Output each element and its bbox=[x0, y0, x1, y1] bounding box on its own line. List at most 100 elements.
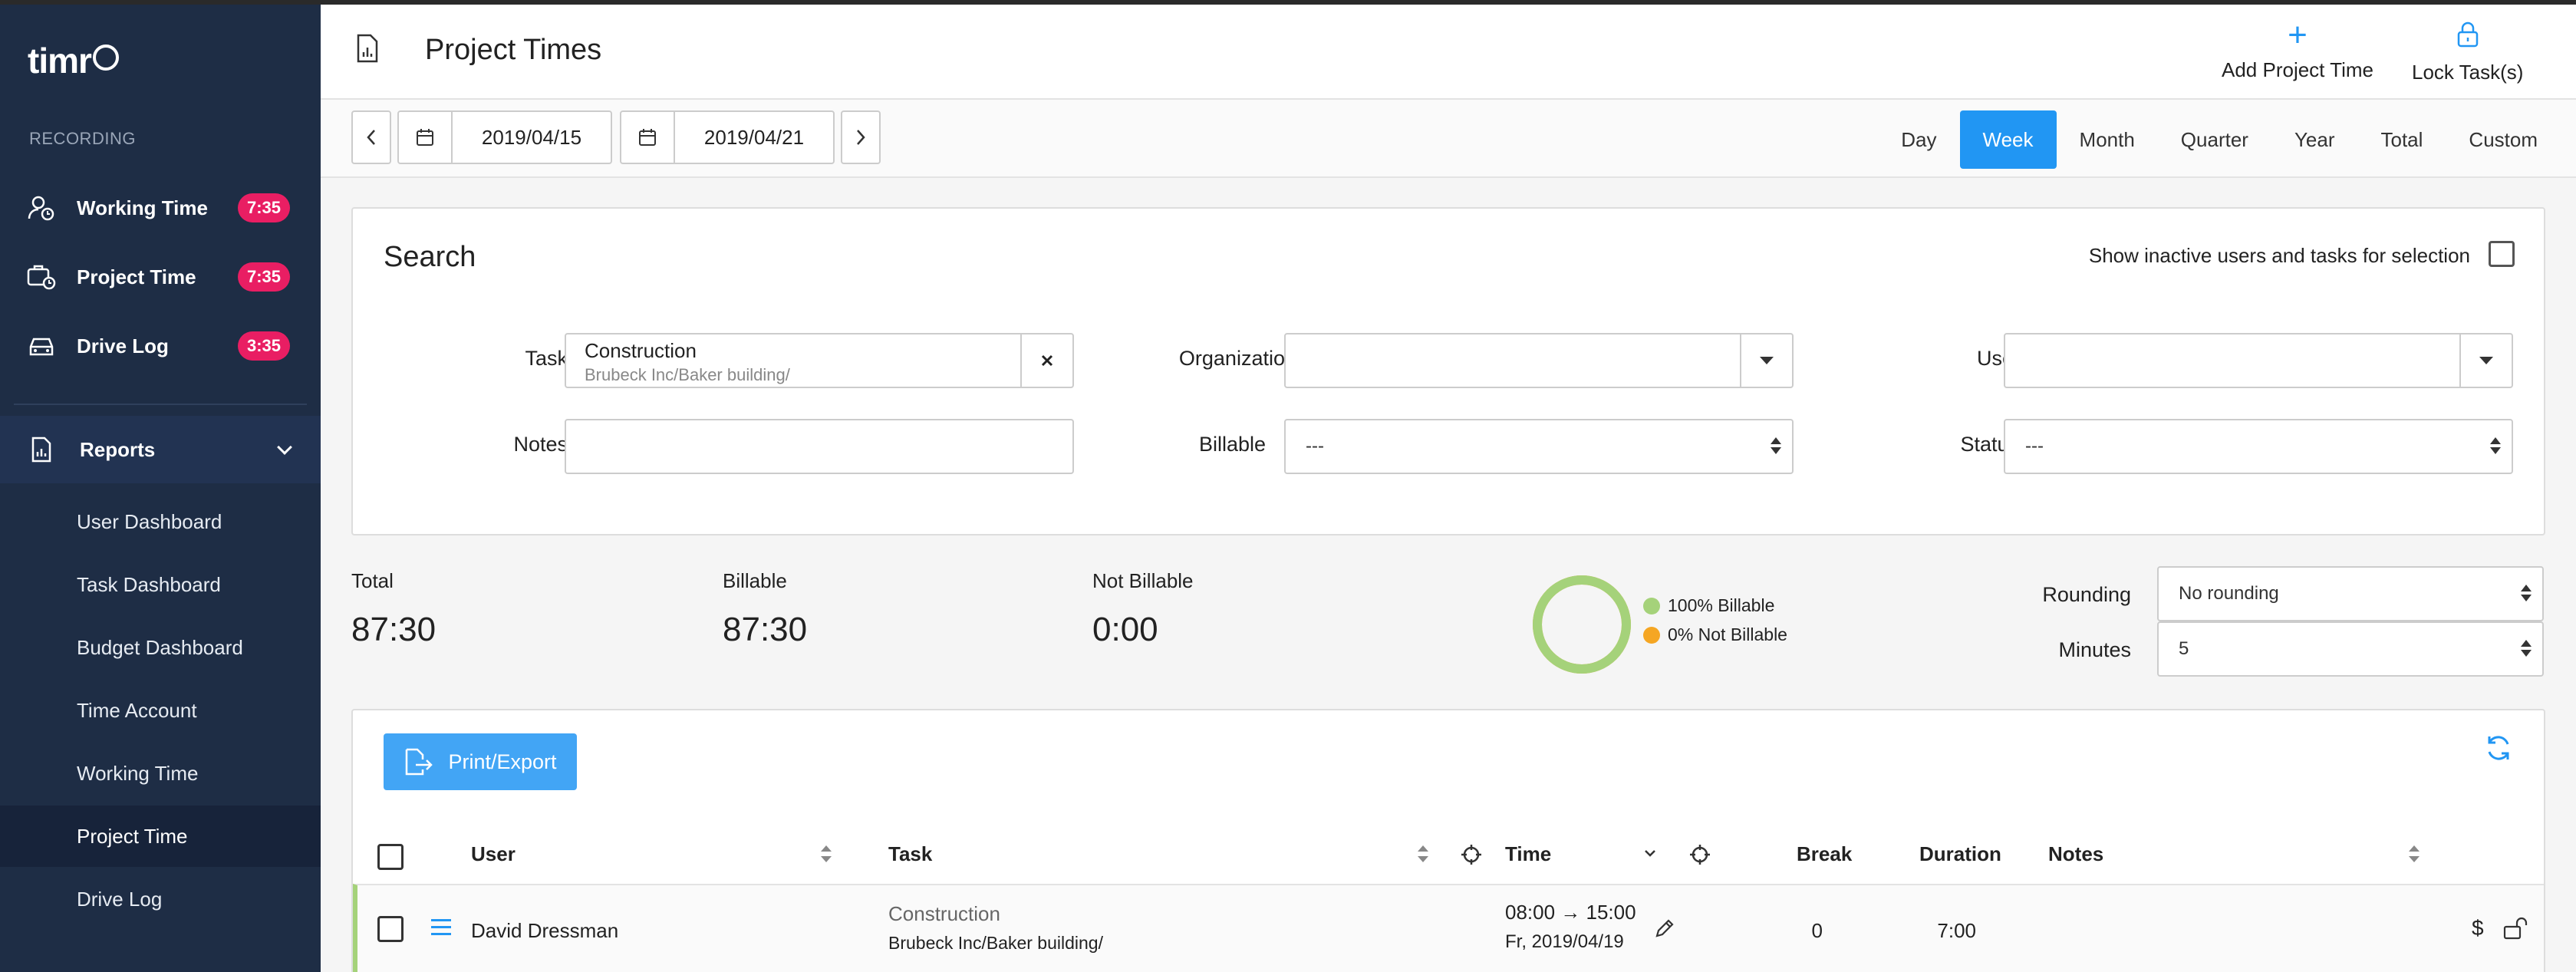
end-date-input[interactable]: 2019/04/21 bbox=[674, 110, 835, 164]
show-inactive-label: Show inactive users and tasks for select… bbox=[2088, 244, 2470, 267]
minutes-label: Minutes bbox=[2058, 638, 2131, 661]
sidebar: timr RECORDING Working Time 7:35 Project… bbox=[0, 5, 321, 972]
table-row[interactable]: David Dressman Construction Brubeck Inc/… bbox=[353, 884, 2544, 972]
rounding-select-value: No rounding bbox=[2179, 583, 2279, 604]
chevron-left-icon bbox=[367, 130, 375, 145]
sidebar-subitem-task-dashboard[interactable]: Task Dashboard bbox=[0, 554, 321, 615]
billable-select[interactable]: --- bbox=[1284, 419, 1794, 474]
refresh-button[interactable] bbox=[2484, 733, 2513, 766]
sidebar-subitem-budget-dashboard[interactable]: Budget Dashboard bbox=[0, 617, 321, 678]
previous-period-button[interactable] bbox=[351, 110, 391, 164]
organization-select[interactable] bbox=[1284, 333, 1794, 388]
column-header-notes[interactable]: Notes bbox=[2048, 842, 2103, 866]
section-label-recording: RECORDING bbox=[29, 129, 136, 148]
window-top-edge bbox=[0, 0, 2576, 5]
search-title: Search bbox=[384, 241, 476, 273]
start-date-calendar-button[interactable] bbox=[397, 110, 453, 164]
add-project-time-button[interactable]: + Add Project Time bbox=[2222, 16, 2373, 82]
minutes-select-value: 5 bbox=[2179, 638, 2189, 659]
legend-not-billable: 0% Not Billable bbox=[1643, 624, 1787, 645]
user-label: User bbox=[1976, 347, 2021, 370]
tab-month[interactable]: Month bbox=[2057, 110, 2158, 169]
notes-input[interactable] bbox=[565, 419, 1074, 474]
status-select-value: --- bbox=[2025, 436, 2044, 456]
print-export-button[interactable]: Print/Export bbox=[384, 733, 577, 790]
crosshair-icon[interactable] bbox=[1689, 844, 1711, 865]
refresh-icon bbox=[2488, 736, 2509, 760]
chevron-down-icon[interactable] bbox=[1643, 848, 1657, 859]
status-select[interactable]: --- bbox=[2004, 419, 2513, 474]
sidebar-subitem-project-time[interactable]: Project Time bbox=[0, 806, 321, 867]
unlock-icon[interactable] bbox=[2502, 916, 2528, 941]
sidebar-item-drive-log[interactable]: Drive Log 3:35 bbox=[0, 319, 321, 373]
column-header-break[interactable]: Break bbox=[1797, 842, 1852, 866]
row-user: David Dressman bbox=[471, 919, 619, 942]
tab-total[interactable]: Total bbox=[2358, 110, 2446, 169]
sidebar-item-label: Working Time bbox=[77, 196, 208, 219]
column-header-duration[interactable]: Duration bbox=[1919, 842, 2001, 866]
total-value: 87:30 bbox=[351, 611, 436, 648]
end-date-calendar-button[interactable] bbox=[620, 110, 675, 164]
column-header-time[interactable]: Time bbox=[1505, 842, 1551, 866]
user-dropdown-button[interactable] bbox=[2459, 334, 2512, 387]
lock-icon bbox=[2456, 20, 2480, 53]
sort-user-icon[interactable] bbox=[821, 845, 832, 864]
logo[interactable]: timr bbox=[28, 40, 119, 81]
calendar-icon bbox=[417, 129, 433, 146]
caret-down-icon bbox=[1760, 357, 1774, 364]
tab-week[interactable]: Week bbox=[1959, 110, 2057, 169]
project-clock-icon bbox=[26, 262, 57, 292]
minutes-select[interactable]: 5 bbox=[2157, 621, 2544, 677]
status-label: Status bbox=[1960, 433, 2019, 456]
sidebar-item-project-time[interactable]: Project Time 7:35 bbox=[0, 250, 321, 304]
next-period-button[interactable] bbox=[841, 110, 881, 164]
task-select-path: Brubeck Inc/Baker building/ bbox=[585, 365, 790, 384]
billable-donut-chart bbox=[1533, 575, 1631, 674]
sidebar-subitem-drive-log[interactable]: Drive Log bbox=[0, 868, 321, 930]
tab-quarter[interactable]: Quarter bbox=[2158, 110, 2271, 169]
sidebar-subitem-working-time[interactable]: Working Time bbox=[0, 743, 321, 804]
column-header-user[interactable]: User bbox=[471, 842, 516, 866]
sidebar-item-label: Project Time bbox=[77, 265, 196, 288]
crosshair-icon[interactable] bbox=[1461, 844, 1482, 865]
legend-dot-not-billable bbox=[1643, 626, 1660, 644]
start-date-input[interactable]: 2019/04/15 bbox=[451, 110, 612, 164]
tab-custom[interactable]: Custom bbox=[2446, 110, 2561, 169]
print-export-label: Print/Export bbox=[448, 750, 557, 773]
user-select[interactable] bbox=[2004, 333, 2513, 388]
row-checkbox[interactable] bbox=[377, 916, 404, 942]
select-all-checkbox[interactable] bbox=[377, 844, 404, 870]
menu-icon[interactable] bbox=[431, 919, 451, 940]
select-arrows-icon bbox=[2521, 585, 2532, 606]
sort-notes-icon[interactable] bbox=[2409, 845, 2420, 864]
timer-badge: 7:35 bbox=[237, 193, 290, 222]
organization-dropdown-button[interactable] bbox=[1740, 334, 1792, 387]
report-document-icon bbox=[26, 434, 57, 465]
edit-pencil-icon[interactable] bbox=[1654, 918, 1675, 939]
column-header-task[interactable]: Task bbox=[888, 842, 932, 866]
billable-select-value: --- bbox=[1306, 436, 1324, 456]
legend-not-billable-text: 0% Not Billable bbox=[1668, 624, 1787, 644]
task-label: Task bbox=[525, 347, 568, 370]
task-select[interactable]: Construction Brubeck Inc/Baker building/ bbox=[565, 333, 1074, 388]
plus-icon: + bbox=[2288, 16, 2308, 54]
sidebar-item-working-time[interactable]: Working Time 7:35 bbox=[0, 181, 321, 235]
not-billable-value: 0:00 bbox=[1092, 611, 1158, 648]
show-inactive-checkbox[interactable] bbox=[2489, 241, 2515, 267]
sort-task-icon[interactable] bbox=[1418, 845, 1428, 864]
billable-dollar-icon[interactable]: $ bbox=[2472, 916, 2484, 941]
export-document-icon bbox=[406, 748, 433, 776]
lock-tasks-button[interactable]: Lock Task(s) bbox=[2412, 20, 2523, 84]
total-label: Total bbox=[351, 569, 394, 592]
sidebar-subitem-time-account[interactable]: Time Account bbox=[0, 680, 321, 741]
clear-task-button[interactable] bbox=[1020, 334, 1072, 387]
legend-billable-text: 100% Billable bbox=[1668, 595, 1775, 615]
sidebar-item-reports[interactable]: Reports bbox=[0, 416, 321, 483]
select-arrows-icon bbox=[2521, 640, 2532, 661]
rounding-select[interactable]: No rounding bbox=[2157, 566, 2544, 621]
not-billable-label: Not Billable bbox=[1092, 569, 1194, 592]
tab-day[interactable]: Day bbox=[1878, 110, 1959, 169]
sidebar-subitem-user-dashboard[interactable]: User Dashboard bbox=[0, 491, 321, 552]
tab-year[interactable]: Year bbox=[2271, 110, 2358, 169]
timer-badge: 7:35 bbox=[237, 262, 290, 292]
